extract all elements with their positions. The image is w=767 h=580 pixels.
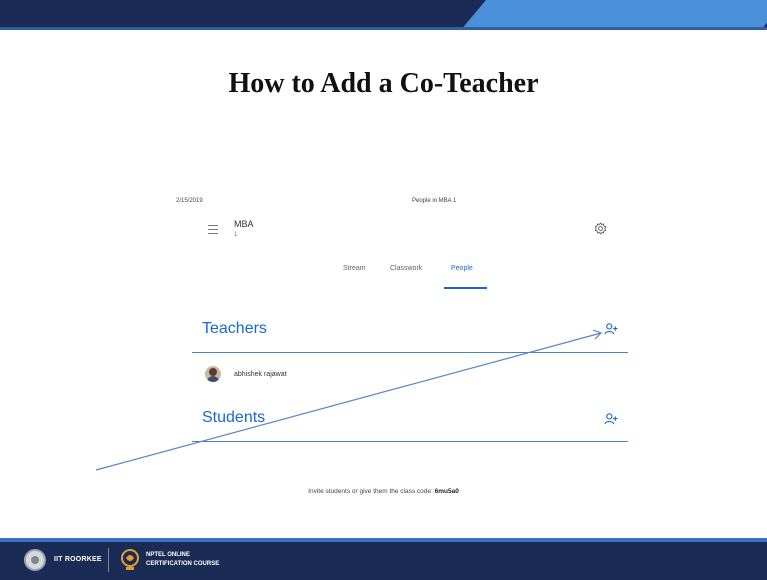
annotation-arrow xyxy=(95,329,603,471)
institute-name: IIT ROORKEE xyxy=(54,556,102,563)
footer-divider xyxy=(108,548,109,572)
nptel-line1: NPTEL ONLINE xyxy=(146,552,190,558)
nptel-logo xyxy=(121,549,139,570)
nptel-line2: CERTIFICATION COURSE xyxy=(146,561,220,567)
slide-footer xyxy=(0,538,767,580)
iit-roorkee-logo xyxy=(24,549,46,571)
footer-strip xyxy=(0,538,767,542)
